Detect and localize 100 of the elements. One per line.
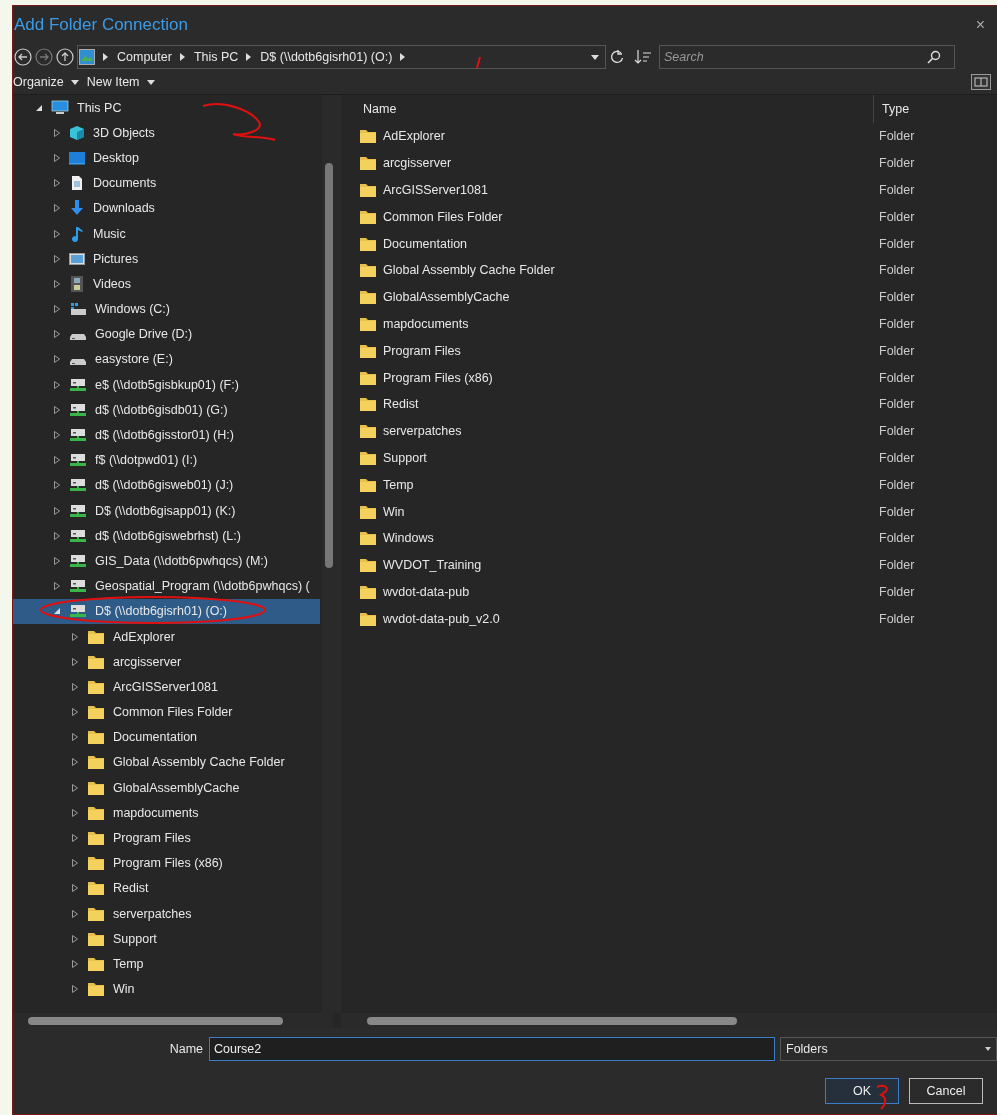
scrollbar[interactable] <box>13 1013 333 1028</box>
expander-icon[interactable] <box>71 657 79 666</box>
dropdown-icon[interactable] <box>591 54 599 60</box>
tree-item[interactable]: ArcGISServer1081 <box>13 674 320 700</box>
tree-item[interactable]: Documents <box>13 170 320 196</box>
expander-icon[interactable] <box>71 834 79 843</box>
column-header[interactable]: Name <box>341 102 873 116</box>
tree-item[interactable]: f$ (\\dotpwd01) (I:) <box>13 447 320 473</box>
scrollbar[interactable] <box>341 1013 997 1028</box>
tree-item[interactable]: Global Assembly Cache Folder <box>13 749 320 776</box>
tree-item[interactable]: GlobalAssemblyCache <box>13 775 320 801</box>
expander-icon[interactable] <box>53 456 61 465</box>
toolbar-menu-button[interactable]: Organize <box>13 75 81 89</box>
tree-item[interactable]: D$ (\\dotb6gisrh01) (O:) <box>13 598 320 624</box>
file-row[interactable]: mapdocuments Folder <box>341 310 997 338</box>
expander-icon[interactable] <box>35 103 43 112</box>
tree-item[interactable]: mapdocuments <box>13 800 320 826</box>
tree-item[interactable]: e$ (\\dotb5gisbkup01) (F:) <box>13 372 320 398</box>
tree-item[interactable]: Music <box>13 220 320 247</box>
tree-item[interactable]: AdExplorer <box>13 623 320 650</box>
expander-icon[interactable] <box>71 808 79 817</box>
expander-icon[interactable] <box>53 531 61 540</box>
file-row[interactable]: wvdot-data-pub Folder <box>341 578 997 606</box>
tree-item[interactable]: Win <box>13 976 320 1002</box>
file-row[interactable]: serverpatches Folder <box>341 417 997 445</box>
expander-icon[interactable] <box>71 985 79 994</box>
preview-pane-icon[interactable] <box>971 74 991 90</box>
up-icon[interactable] <box>56 48 74 66</box>
file-row[interactable]: Program Files Folder <box>341 337 997 365</box>
expander-icon[interactable] <box>53 607 61 616</box>
tree-item[interactable]: Videos <box>13 271 320 297</box>
expander-icon[interactable] <box>53 431 61 440</box>
expander-icon[interactable] <box>53 506 61 515</box>
tree-item[interactable]: Windows (C:) <box>13 296 320 322</box>
sort-icon[interactable] <box>634 49 652 65</box>
expander-icon[interactable] <box>71 934 79 943</box>
tree-item[interactable]: Redist <box>13 875 320 901</box>
expander-icon[interactable] <box>53 556 61 565</box>
expander-icon[interactable] <box>53 204 61 213</box>
expander-icon[interactable] <box>53 153 61 162</box>
expander-icon[interactable] <box>53 582 61 591</box>
search-field[interactable]: Search <box>659 45 955 69</box>
tree-item[interactable]: Downloads <box>13 195 320 221</box>
expander-icon[interactable] <box>53 405 61 414</box>
refresh-icon[interactable] <box>609 49 625 65</box>
tree-item[interactable]: Desktop <box>13 145 320 171</box>
file-row[interactable]: Global Assembly Cache Folder Folder <box>341 257 997 284</box>
breadcrumb[interactable]: This PC <box>193 50 239 64</box>
expander-icon[interactable] <box>53 355 61 364</box>
toolbar-menu-button[interactable]: New Item <box>86 75 157 89</box>
expander-icon[interactable] <box>71 682 79 691</box>
expander-icon[interactable] <box>53 179 61 188</box>
tree-item[interactable]: Temp <box>13 951 320 977</box>
address-bar[interactable]: Computer This PC D$ (\\dotb6gisrh01) (O:) <box>77 45 606 69</box>
expander-icon[interactable] <box>53 128 61 137</box>
expander-icon[interactable] <box>71 884 79 893</box>
tree-item[interactable]: Program Files <box>13 825 320 851</box>
breadcrumb[interactable]: Computer <box>117 50 172 64</box>
tree-item[interactable]: Geospatial_Program (\\dotb6pwhqcs) ( <box>13 573 320 599</box>
tree-item[interactable]: d$ (\\dotb6giswebrhst) (L:) <box>13 523 320 549</box>
file-row[interactable]: ArcGISServer1081 Folder <box>341 176 997 204</box>
file-row[interactable]: WVDOT_Training Folder <box>341 551 997 579</box>
expander-icon[interactable] <box>71 733 79 742</box>
tree-item[interactable]: D$ (\\dotb6gisapp01) (K:) <box>13 498 320 524</box>
file-row[interactable]: Support Folder <box>341 444 997 472</box>
column-header[interactable]: Type <box>873 95 910 123</box>
file-row[interactable]: Windows Folder <box>341 524 997 552</box>
expander-icon[interactable] <box>71 758 79 767</box>
tree-item[interactable]: arcgisserver <box>13 649 320 675</box>
tree-item[interactable]: serverpatches <box>13 901 320 927</box>
expander-icon[interactable] <box>71 859 79 868</box>
breadcrumb[interactable]: D$ (\\dotb6gisrh01) (O:) <box>260 50 393 64</box>
name-input-field[interactable]: Course2 <box>209 1037 775 1061</box>
tree-item[interactable]: This PC <box>13 95 320 121</box>
expander-icon[interactable] <box>53 481 61 490</box>
back-icon[interactable] <box>14 48 32 66</box>
expander-icon[interactable] <box>53 305 61 314</box>
file-row[interactable]: Win Folder <box>341 498 997 525</box>
tree-item[interactable]: d$ (\\dotb6gisdb01) (G:) <box>13 397 320 423</box>
filter-dropdown[interactable]: Folders <box>780 1037 997 1061</box>
ok-button[interactable]: OK <box>825 1078 899 1104</box>
tree-item[interactable]: Google Drive (D:) <box>13 321 320 347</box>
expander-icon[interactable] <box>53 330 61 339</box>
expander-icon[interactable] <box>71 632 79 641</box>
file-row[interactable]: GlobalAssemblyCache Folder <box>341 283 997 311</box>
tree-item[interactable]: easystore (E:) <box>13 346 320 373</box>
expander-icon[interactable] <box>71 783 79 792</box>
tree-item[interactable]: d$ (\\dotb6gisstor01) (H:) <box>13 422 320 448</box>
expander-icon[interactable] <box>53 254 61 263</box>
file-row[interactable]: Program Files (x86) Folder <box>341 364 997 391</box>
tree-item[interactable]: Documentation <box>13 724 320 750</box>
expander-icon[interactable] <box>71 909 79 918</box>
file-row[interactable]: Redist Folder <box>341 390 997 418</box>
tree-item[interactable]: d$ (\\dotb6gisweb01) (J:) <box>13 472 320 498</box>
tree-item[interactable]: Common Files Folder <box>13 699 320 725</box>
tree-item[interactable]: Support <box>13 926 320 952</box>
tree-item[interactable]: Pictures <box>13 246 320 272</box>
file-row[interactable]: arcgisserver Folder <box>341 149 997 177</box>
expander-icon[interactable] <box>53 229 61 238</box>
file-row[interactable]: wvdot-data-pub_v2.0 Folder <box>341 605 997 633</box>
